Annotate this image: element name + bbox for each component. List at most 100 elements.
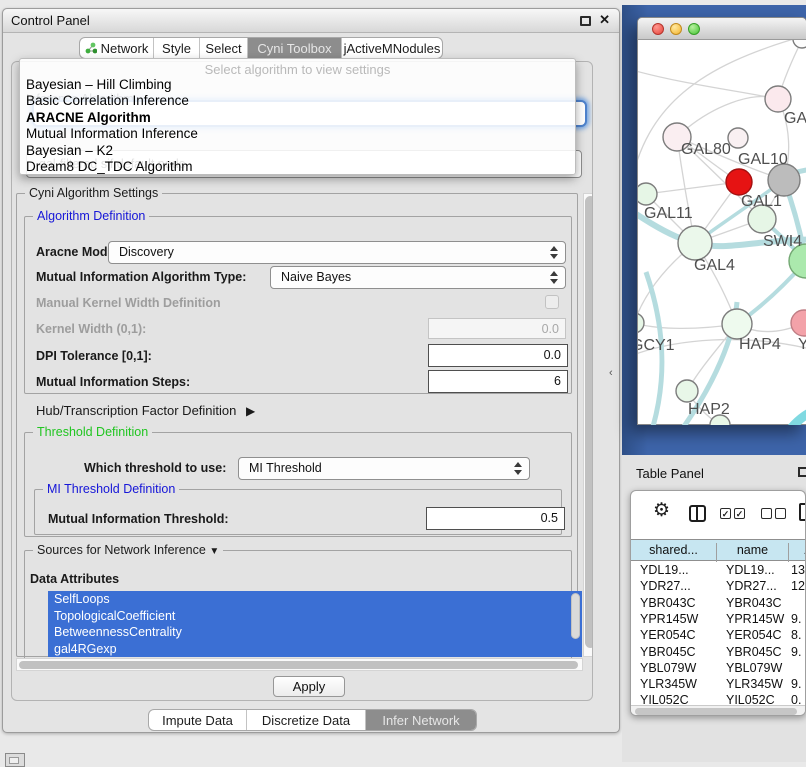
table-cell[interactable]: 13 [791,563,805,577]
table-cell[interactable]: 8. [791,628,801,642]
function-builder-icon[interactable] [799,503,806,521]
attribute-item-selected[interactable]: SelfLoops [48,591,582,608]
table-scrollbar-thumb[interactable] [635,708,797,715]
bottom-tabs: Impute DataDiscretize DataInfer Network [148,709,477,731]
table-cell[interactable]: YLR345W [726,677,783,691]
table-cell[interactable]: YBR043C [640,596,696,610]
algorithm-option[interactable]: Bayesian – K2 [26,143,569,159]
mi-type-combo[interactable]: Naive Bayes [270,266,566,289]
zoom-traffic-light-icon[interactable] [688,23,700,35]
list-scrollbar[interactable] [571,593,580,639]
attribute-item-selected[interactable]: gal4RGexp [48,641,582,658]
attribute-item-selected[interactable]: TopologicalCoefficient [48,608,582,625]
dpi-tolerance-field[interactable]: 0.0 [428,344,568,367]
vertical-scrollbar-thumb[interactable] [585,196,593,648]
node-top-right[interactable] [793,40,806,48]
table-cell[interactable]: YBL079W [726,661,782,675]
mi-steps-field[interactable]: 6 [428,370,568,393]
column-header-3[interactable]: A [789,543,806,562]
select-all-checkbox-icon[interactable]: ✓ [720,508,731,519]
tab-discretize-data[interactable]: Discretize Data [247,710,366,730]
popup-placeholder: Select algorithm to view settings [20,62,575,77]
network-canvas[interactable]: GAL80GAL10GAL11GAL1GAL4SWI4GCY1HAP4HAP2G… [638,40,806,425]
table-cell[interactable]: YPR145W [640,612,698,626]
GCY1-node[interactable] [638,313,644,333]
data-attributes-list[interactable]: gal4RGexpBetweennessCentralityTopologica… [48,591,582,657]
which-threshold-label: Which threshold to use: [84,461,226,475]
table-cell[interactable]: 9. [791,677,801,691]
tab-select[interactable]: Select [200,38,248,58]
deselect-checkbox-icon[interactable] [775,508,786,519]
table-rows: YDL19... YDL19... 13 YDR27... YDR27... 12 YBR0… [631,561,806,707]
close-traffic-light-icon[interactable] [652,23,664,35]
GAL10-node[interactable] [728,128,748,148]
table-cell[interactable]: YLR345W [640,677,697,691]
table-cell[interactable]: 9. [791,612,801,626]
table-cell[interactable]: YBR045C [640,645,696,659]
deselect-checkbox-icon[interactable] [761,508,772,519]
table-cell[interactable]: 9. [791,645,801,659]
gear-icon[interactable]: ⚙ [653,499,670,522]
apply-button[interactable]: Apply [273,676,345,697]
algorithm-option[interactable]: Mutual Information Inference [26,126,569,142]
column-header-1[interactable]: shared... [631,543,717,562]
hub-definition-toggle[interactable]: Hub/Transcription Factor Definition ▶ [36,403,255,418]
table-cell[interactable]: YER054C [640,628,696,642]
attribute-item-selected[interactable]: BetweennessCentrality [48,624,582,641]
network-view-window[interactable]: GAL80GAL10GAL11GAL1GAL4SWI4GCY1HAP4HAP2G… [637,17,806,425]
GAL7-node[interactable] [765,86,791,112]
which-threshold-combo[interactable]: MI Threshold [238,457,530,480]
GAL4-node[interactable] [678,226,712,260]
algorithm-option[interactable]: ARACNE Algorithm [26,110,569,126]
table-cell[interactable]: YBR043C [726,596,782,610]
select-all-checkbox-icon[interactable]: ✓ [734,508,745,519]
selected-red-node[interactable] [726,169,752,195]
node-label-SWI4: SWI4 [763,233,802,250]
panel-splitter-handle[interactable]: ‹ [609,367,613,379]
mi-steps-label: Mutual Information Steps: [36,375,190,389]
table-cell[interactable]: YPR145W [726,612,784,626]
table-cell[interactable]: YDL19... [640,563,689,577]
table-cell[interactable]: YDR27... [640,579,691,593]
column-header-2[interactable]: name [717,543,789,562]
tab-jactivemnodules[interactable]: jActiveMNodules [342,38,442,58]
kernel-width-field[interactable]: 0.0 [428,318,566,339]
column-layout-icon[interactable] [689,505,706,522]
table-cell[interactable]: 12 [791,579,805,593]
network-window-titlebar[interactable] [638,18,806,40]
HAP4-node[interactable] [722,309,752,339]
table-horizontal-scrollbar[interactable] [631,705,806,716]
float-window-icon[interactable] [580,16,591,26]
table-cell[interactable]: YER054C [726,628,782,642]
node-label-GAL80: GAL80 [681,141,731,158]
node-label-GAL4: GAL4 [694,257,735,274]
algorithm-option[interactable]: Bayesian – Hill Climbing [26,77,569,93]
table-cell[interactable]: YDR27... [726,579,777,593]
pink-node-right[interactable] [791,310,806,336]
horizontal-scrollbar-thumb[interactable] [19,661,578,669]
tab-impute-data[interactable]: Impute Data [149,710,247,730]
table-cell[interactable]: YBL079W [640,661,696,675]
table-cell[interactable]: YDL19... [726,563,775,577]
tab-cyni-toolbox[interactable]: Cyni Toolbox [248,38,342,58]
mi-threshold-field[interactable]: 0.5 [426,507,565,530]
vertical-scrollbar[interactable] [583,193,593,657]
float-window-icon[interactable] [798,467,806,477]
algorithm-option[interactable]: Dream8 DC_TDC Algorithm [26,159,569,175]
aracne-mode-combo[interactable]: Discovery [108,241,566,264]
table-cell[interactable]: YBR045C [726,645,782,659]
gray-node[interactable] [768,164,800,196]
table-panel: Table Panel ⚙ ✓ ✓ shared...nameA YDL19..… [622,455,806,762]
close-icon[interactable]: ✕ [599,12,610,28]
collapsed-panel-icon[interactable] [5,753,25,767]
mi-type-label: Mutual Information Algorithm Type: [36,270,246,284]
tab-infer-network[interactable]: Infer Network [366,710,476,730]
GAL11-node[interactable] [638,183,657,205]
minimize-traffic-light-icon[interactable] [670,23,682,35]
tab-style[interactable]: Style [154,38,200,58]
algorithm-option[interactable]: Basic Correlation Inference [26,93,569,109]
horizontal-scrollbar[interactable] [16,658,583,671]
HAP2-node[interactable] [676,380,698,402]
manual-kernel-checkbox[interactable] [545,295,559,309]
tab-network[interactable]: Network [80,38,154,58]
